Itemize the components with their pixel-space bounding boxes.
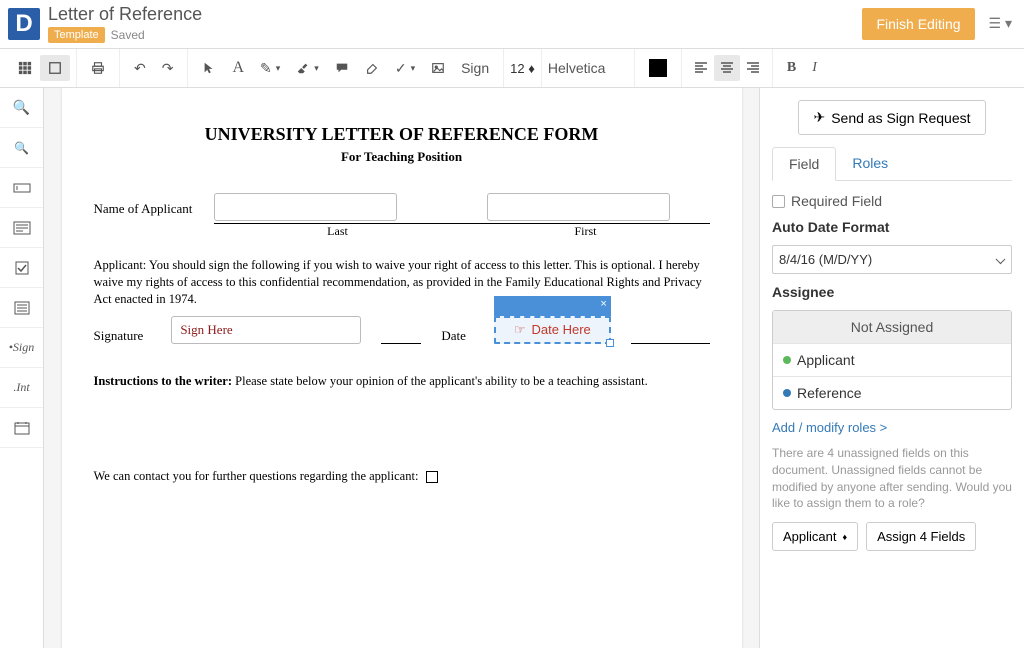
signature-tool-icon[interactable]: •Sign [0,328,43,368]
signature-label: Signature [94,328,144,344]
paragraph-field-tool-icon[interactable] [0,208,43,248]
last-sublabel: Last [214,224,462,239]
sign-button[interactable]: Sign [453,54,497,82]
assignee-heading: Assignee [772,284,1012,300]
send-sign-request-button[interactable]: ✈ Send as Sign Request [798,100,985,135]
first-name-field[interactable] [487,193,670,221]
text-icon[interactable]: A [224,53,252,83]
left-sidebar: 🔍 🔍 •Sign .Int [0,88,44,648]
resize-handle[interactable] [606,339,614,347]
contact-text: We can contact you for further questions… [94,469,419,483]
assignee-reference[interactable]: Reference [773,377,1011,409]
checkmark-icon[interactable]: ✓▾ [387,54,423,83]
cursor-icon[interactable] [194,55,224,81]
italic-icon[interactable]: I [804,54,825,82]
tab-field[interactable]: Field [772,147,836,181]
applicant-name-label: Name of Applicant [94,201,193,217]
image-icon[interactable] [423,55,453,81]
role-dot-icon [783,389,791,397]
undo-icon[interactable]: ↶ [126,54,154,83]
applicant-dropdown-button[interactable]: Applicant ♦ [772,522,858,551]
template-badge: Template [48,27,105,43]
assign-fields-button[interactable]: Assign 4 Fields [866,522,976,551]
align-center-icon[interactable] [714,55,740,81]
comment-icon[interactable] [327,55,357,81]
assignee-not-assigned[interactable]: Not Assigned [773,311,1011,344]
finish-editing-button[interactable]: Finish Editing [862,8,974,40]
dropdown-tool-icon[interactable] [0,288,43,328]
align-right-icon[interactable] [740,55,766,81]
doc-subheading: For Teaching Position [94,149,710,165]
align-left-icon[interactable] [688,55,714,81]
eraser-icon[interactable] [357,55,387,81]
page-view-icon[interactable] [40,55,70,81]
properties-panel: ✈ Send as Sign Request Field Roles Requi… [759,88,1024,648]
app-logo-icon: D [8,8,40,40]
redo-icon[interactable]: ↷ [154,54,182,83]
grid-view-icon[interactable] [10,55,40,81]
save-status: Saved [111,28,145,42]
instructions-label: Instructions to the writer: [94,374,233,388]
hand-pointer-icon: ☞ [514,322,526,338]
paper-plane-icon: ✈ [813,109,825,126]
date-field[interactable]: × ☞ Date Here [494,316,611,344]
date-format-select[interactable]: 8/4/16 (M/D/YY) [772,245,1012,274]
role-dot-icon [783,356,791,364]
document-canvas[interactable]: UNIVERSITY LETTER OF REFERENCE FORM For … [44,88,759,648]
hamburger-menu-icon[interactable]: ☰ ▾ [985,11,1016,36]
date-tool-icon[interactable] [0,408,43,448]
zoom-in-icon[interactable]: 🔍 [0,88,43,128]
assignee-applicant[interactable]: Applicant [773,344,1011,377]
pen-icon[interactable]: ✎▾ [252,54,288,83]
initials-tool-icon[interactable]: .Int [0,368,43,408]
highlighter-icon[interactable]: ▾ [288,55,327,81]
waiver-paragraph: Applicant: You should sign the following… [94,257,710,308]
required-label: Required Field [791,193,882,209]
bold-icon[interactable]: B [779,54,804,82]
toolbar: ↶ ↷ A ✎▾ ▾ ✓▾ Sign 12 ♦ Helvetica [0,48,1024,88]
chevron-down-icon: ♦ [842,532,847,542]
text-color-icon[interactable] [641,53,675,83]
required-checkbox[interactable] [772,195,785,208]
unassigned-help-text: There are 4 unassigned fields on this do… [772,445,1012,512]
zoom-out-icon[interactable]: 🔍 [0,128,43,168]
close-icon[interactable]: × [600,298,606,310]
page: UNIVERSITY LETTER OF REFERENCE FORM For … [62,88,742,648]
modify-roles-link[interactable]: Add / modify roles > [772,420,1012,435]
text-field-tool-icon[interactable] [0,168,43,208]
contact-checkbox[interactable] [426,471,438,483]
instructions-text: Please state below your opinion of the a… [232,374,648,388]
checkbox-tool-icon[interactable] [0,248,43,288]
last-name-field[interactable] [214,193,397,221]
doc-title: Letter of Reference [48,4,862,25]
first-sublabel: First [462,224,710,239]
font-family-select[interactable]: Helvetica [548,60,628,76]
tab-roles[interactable]: Roles [836,147,904,180]
font-size-select[interactable]: 12 ♦ [510,61,535,76]
signature-field[interactable]: Sign Here [171,316,361,344]
doc-heading: UNIVERSITY LETTER OF REFERENCE FORM [94,124,710,145]
auto-date-heading: Auto Date Format [772,219,1012,235]
date-label: Date [441,328,466,344]
print-icon[interactable] [83,55,113,81]
